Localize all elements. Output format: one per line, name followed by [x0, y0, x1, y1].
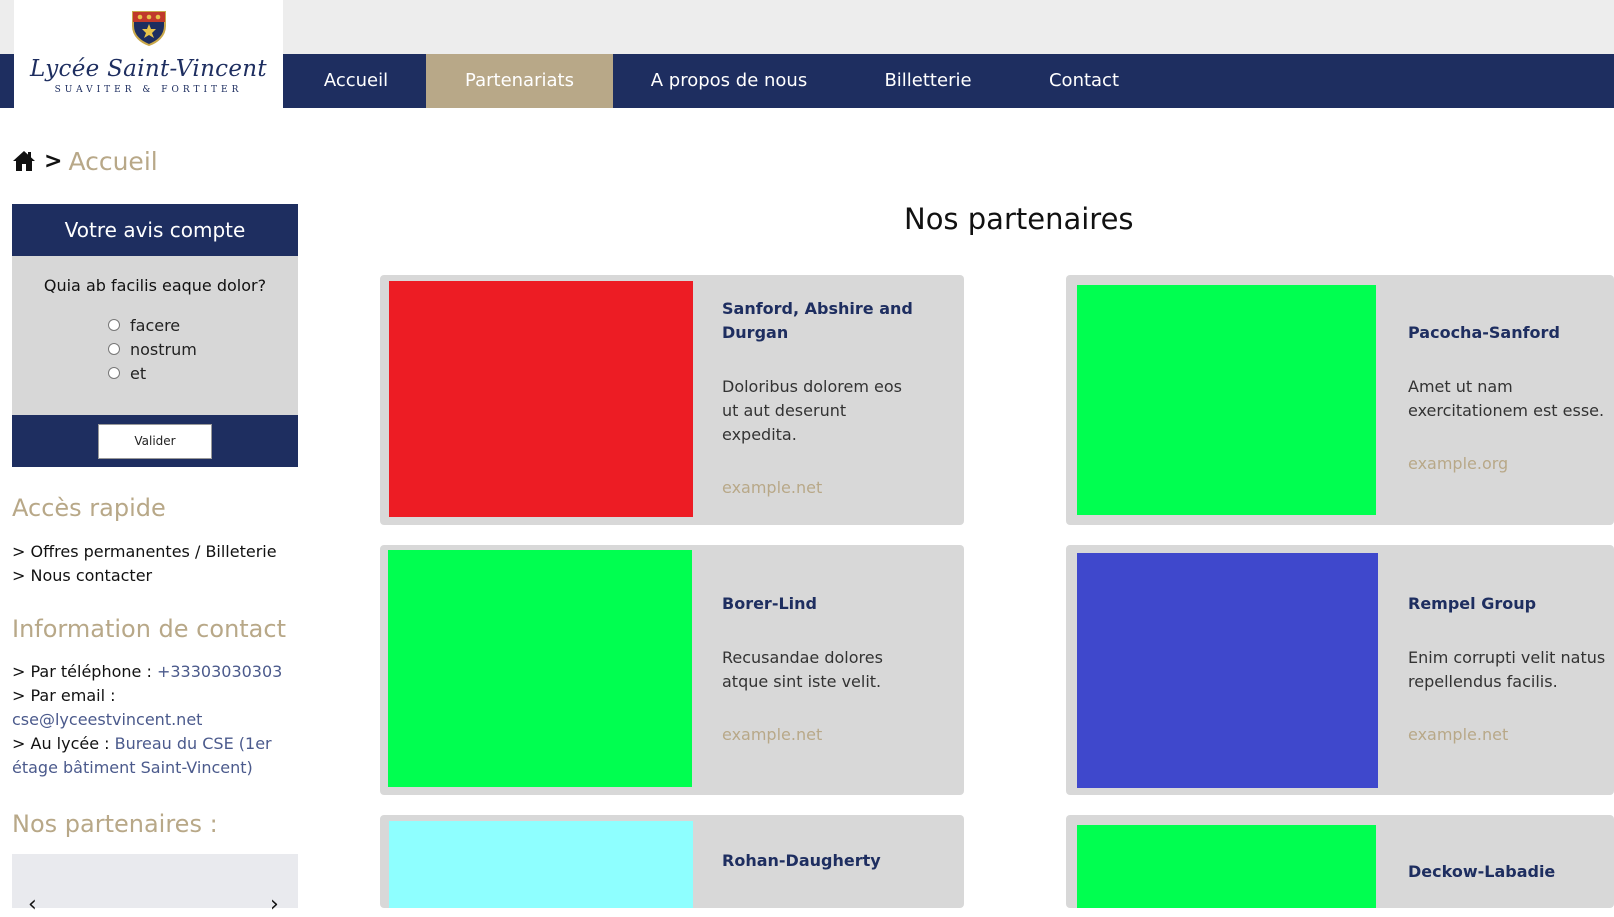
- poll-body: Quia ab facilis eaque dolor? facere nost…: [12, 256, 298, 415]
- contact-email: > Par email :: [12, 686, 116, 705]
- poll-submit-button[interactable]: Valider: [98, 424, 212, 459]
- quick-link-contact[interactable]: > Nous contacter: [12, 566, 152, 585]
- link-prefix: >: [12, 542, 26, 561]
- partner-link[interactable]: example.net: [722, 478, 822, 497]
- radio-button[interactable]: [108, 367, 120, 379]
- partner-card: Sanford, Abshire and Durgan Doloribus do…: [380, 275, 964, 525]
- site-logo[interactable]: Lycée Saint-Vincent SUAVITER & FORTITER: [14, 0, 283, 108]
- partner-link[interactable]: example.net: [1408, 725, 1508, 744]
- partner-card: Rohan-Daugherty: [380, 815, 964, 908]
- quick-link-label: Offres permanentes / Billeterie: [30, 542, 277, 561]
- nav-item-a-propos[interactable]: A propos de nous: [613, 54, 845, 108]
- partner-image: [1077, 825, 1376, 908]
- contact-location: > Au lycée : Bureau du CSE (1er: [12, 734, 272, 753]
- phone-link[interactable]: +33303030303: [157, 662, 282, 681]
- carousel-prev-icon[interactable]: ‹: [28, 894, 37, 916]
- partner-link[interactable]: example.net: [722, 725, 822, 744]
- partner-card: Borer-Lind Recusandae dolores atque sint…: [380, 545, 964, 795]
- email-link[interactable]: cse@lyceestvincent.net: [12, 710, 202, 729]
- nav-item-accueil[interactable]: Accueil: [283, 54, 429, 108]
- quick-access-title: Accès rapide: [12, 494, 166, 522]
- link-prefix: >: [12, 662, 26, 681]
- breadcrumb: > Accueil: [12, 146, 158, 176]
- poll-title: Votre avis compte: [12, 204, 298, 256]
- poll-option[interactable]: et: [108, 361, 298, 385]
- partner-card: Pacocha-Sanford Amet ut nam exercitation…: [1066, 275, 1614, 525]
- partner-name: Borer-Lind: [722, 594, 817, 613]
- partner-image: [388, 550, 692, 787]
- logo-motto: SUAVITER & FORTITER: [54, 85, 243, 95]
- partner-card: Rempel Group Enim corrupti velit natus r…: [1066, 545, 1614, 795]
- nav-item-partenariats[interactable]: Partenariats: [426, 54, 613, 108]
- partner-description: Enim corrupti velit natus repellendus fa…: [1408, 648, 1606, 691]
- poll-option[interactable]: nostrum: [108, 337, 298, 361]
- partners-carousel: ‹ ›: [12, 854, 298, 916]
- sidebar-partners-title: Nos partenaires :: [12, 810, 218, 838]
- link-prefix: >: [12, 566, 26, 585]
- partner-name: Rempel Group: [1408, 594, 1537, 613]
- location-label: Au lycée :: [30, 734, 110, 753]
- poll-option-label: facere: [130, 315, 181, 335]
- logo-title: Lycée Saint-Vincent: [30, 56, 267, 82]
- poll-footer: Valider: [12, 415, 298, 467]
- link-prefix: >: [12, 686, 26, 705]
- breadcrumb-current: Accueil: [68, 146, 158, 176]
- location-value: Bureau du CSE (1er: [114, 734, 272, 753]
- phone-label: Par téléphone :: [30, 662, 152, 681]
- contact-info-title: Information de contact: [12, 615, 286, 643]
- contact-phone: > Par téléphone : +33303030303: [12, 662, 282, 681]
- email-label: Par email :: [30, 686, 116, 705]
- partner-description: Recusandae dolores atque sint iste velit…: [722, 648, 883, 691]
- partner-name: Pacocha-Sanford: [1408, 323, 1560, 342]
- quick-link-offres[interactable]: > Offres permanentes / Billeterie: [12, 542, 277, 561]
- quick-link-label: Nous contacter: [30, 566, 153, 585]
- poll-option-label: et: [130, 363, 147, 383]
- partner-image: [389, 281, 693, 517]
- partner-image: [1077, 553, 1378, 788]
- breadcrumb-separator: >: [44, 148, 63, 174]
- poll-options: facere nostrum et: [12, 313, 298, 385]
- partner-image: [389, 821, 693, 908]
- nav-item-billetterie[interactable]: Billetterie: [845, 54, 1011, 108]
- link-prefix: >: [12, 734, 26, 753]
- poll-question: Quia ab facilis eaque dolor?: [43, 276, 267, 295]
- partner-name: Deckow-Labadie: [1408, 862, 1556, 881]
- page-title: Nos partenaires: [904, 202, 1134, 236]
- partner-description: Amet ut nam exercitationem est esse.: [1408, 377, 1605, 420]
- partner-name: Sanford, Abshire and Durgan: [722, 299, 913, 342]
- radio-button[interactable]: [108, 343, 120, 355]
- poll-option-label: nostrum: [130, 339, 197, 359]
- location-value-continued: étage bâtiment Saint-Vincent): [12, 758, 253, 777]
- partner-link[interactable]: example.org: [1408, 454, 1508, 473]
- partner-name: Rohan-Daugherty: [722, 851, 881, 870]
- home-icon[interactable]: [12, 149, 36, 173]
- crest-icon: [131, 11, 166, 47]
- nav-item-contact[interactable]: Contact: [1011, 54, 1157, 108]
- poll-widget: Votre avis compte Quia ab facilis eaque …: [12, 204, 298, 467]
- radio-button[interactable]: [108, 319, 120, 331]
- partner-image: [1077, 285, 1376, 515]
- poll-option[interactable]: facere: [108, 313, 298, 337]
- partner-description: Doloribus dolorem eos ut aut deserunt ex…: [722, 377, 902, 444]
- partner-card: Deckow-Labadie: [1066, 815, 1614, 908]
- carousel-next-icon[interactable]: ›: [270, 894, 279, 916]
